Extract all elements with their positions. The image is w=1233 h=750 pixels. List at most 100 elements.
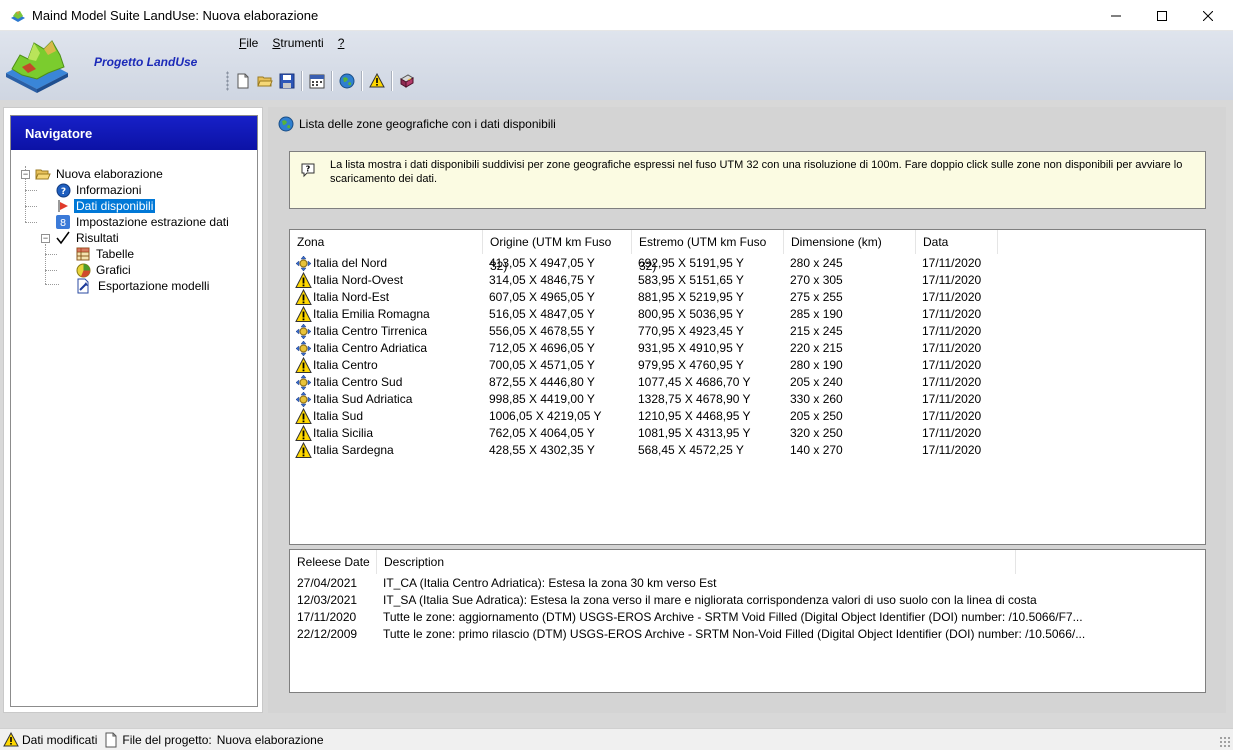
zone-row[interactable]: Italia Sicilia 762,05 X 4064,05 Y 1081,95 … [290,424,1205,442]
toolbar-separator [361,71,363,91]
zone-row[interactable]: Italia Sardegna 428,55 X 4302,35 Y 568,45 … [290,441,1205,459]
tree-item-informazioni[interactable]: ? Informazioni [55,182,143,198]
zone-row[interactable]: Italia Sud Adriatica 998,85 X 4419,00 Y 13… [290,391,1205,408]
title-bar: Maind Model Suite LandUse: Nuova elabora… [0,0,1233,31]
column-header-data[interactable]: Data [916,230,998,254]
release-row[interactable]: 17/11/2020 Tutte le zone: aggiornamento (… [290,609,1205,626]
tree-item-label: Grafici [96,263,131,277]
release-row[interactable]: 27/04/2021 IT_CA (Italia Centro Adriatica… [290,575,1205,592]
save-button[interactable] [276,70,298,92]
release-description: IT_CA (Italia Centro Adriatica): Estesa … [383,576,717,590]
zone-origine: 762,05 X 4064,05 Y [489,426,595,440]
zone-missing-warning-icon [295,424,312,442]
zone-available-icon [295,391,312,408]
zones-list-header: Zona Origine (UTM km Fuso 32) Estremo (U… [290,230,1205,273]
zone-data: 17/11/2020 [922,307,982,321]
tree-item-esportazione[interactable]: Esportazione modelli [75,278,211,294]
release-date: 12/03/2021 [297,593,358,607]
toolbar [232,68,418,94]
release-row[interactable]: 22/12/2009 Tutte le zone: primo rilascio … [290,626,1205,643]
toolbar-grip[interactable] [226,71,229,91]
tree-collapse-toggle[interactable]: − [21,170,30,179]
column-header-description[interactable]: Description [377,550,1016,574]
releases-list[interactable]: Releese Date Description 27/04/2021 IT_CA… [289,549,1206,693]
zone-row[interactable]: Italia Centro Adriatica 712,05 X 4696,05 … [290,340,1205,357]
toolbar-separator [391,71,393,91]
releases-list-header: Releese Date Description [290,550,1205,575]
zone-dimensione: 320 x 250 [790,426,843,440]
tree-item-label: Risultati [76,231,119,245]
calendar-icon [309,74,325,89]
zone-row[interactable]: Italia Centro Sud 872,55 X 4446,80 Y 1077,… [290,374,1205,391]
column-header-release-date[interactable]: Releese Date [290,550,377,574]
zone-missing-warning-icon [295,441,312,459]
tree-item-impostazione[interactable]: 8 Impostazione estrazione dati [55,214,231,230]
tree-connector [25,206,37,207]
minimize-button[interactable] [1093,0,1139,31]
close-icon [1203,10,1213,21]
app-icon [11,11,25,22]
status-project-file-name: Nuova elaborazione [216,732,324,747]
zone-dimensione: 140 x 270 [790,443,843,457]
zone-estremo: 692,95 X 5191,95 Y [638,256,744,270]
zone-estremo: 1328,75 X 4678,90 Y [638,392,751,406]
status-bar: Dati modificati File del progetto: Nuova… [0,728,1233,750]
zone-name: Italia del Nord [313,256,388,270]
tree-connector [25,190,37,191]
tree-item-tabelle[interactable]: Tabelle [75,246,136,262]
chart-icon [76,263,90,277]
zone-row[interactable]: Italia Emilia Romagna 516,05 X 4847,05 Y 8… [290,305,1205,323]
zone-name: Italia Centro [313,358,378,372]
warning-button[interactable] [366,70,388,92]
tree-item-dati-disponibili[interactable]: Dati disponibili [55,198,156,214]
zone-row[interactable]: Italia Sud 1006,05 X 4219,05 Y 1210,95 X 4… [290,407,1205,425]
zone-name: Italia Sardegna [313,443,394,457]
zone-name: Italia Sud [313,409,364,423]
globe-icon [278,116,294,132]
main-area: Navigatore − Nuova elaborazione ? Inform… [0,100,1233,728]
menu-help[interactable]: ? [331,35,352,51]
svg-text:?: ? [306,165,311,174]
warning-icon [369,73,385,88]
zone-row[interactable]: Italia Centro 700,05 X 4571,05 Y 979,95 X … [290,356,1205,374]
column-header-estremo[interactable]: Estremo (UTM km Fuso 32) [632,230,784,273]
window-title: Maind Model Suite LandUse: Nuova elabora… [32,8,319,23]
menu-file[interactable]: File [232,35,265,51]
book-button[interactable] [396,70,418,92]
zone-origine: 607,05 X 4965,05 Y [489,290,595,304]
release-row[interactable]: 12/03/2021 IT_SA (Italia Sue Adratica): E… [290,592,1205,609]
menu-strumenti[interactable]: Strumenti [265,35,330,51]
zone-data: 17/11/2020 [922,358,982,372]
zone-data: 17/11/2020 [922,256,982,270]
tree-item-grafici[interactable]: Grafici [75,262,133,278]
checkmark-icon [56,231,70,245]
status-project-file-label: File del progetto: [122,732,212,747]
globe-button[interactable] [336,70,358,92]
open-button[interactable] [254,70,276,92]
tree-item-label: Esportazione modelli [98,279,210,293]
zone-row[interactable]: Italia Centro Tirrenica 556,05 X 4678,55 … [290,323,1205,340]
svg-text:8: 8 [60,218,66,229]
calendar-button[interactable] [306,70,328,92]
column-header-origine[interactable]: Origine (UTM km Fuso 32) [483,230,632,273]
column-header-zona[interactable]: Zona [290,230,483,254]
tree-item-risultati[interactable]: Risultati [55,230,121,246]
tree-connector [45,244,46,284]
zone-origine: 1006,05 X 4219,05 Y [489,409,602,423]
zone-row[interactable]: Italia del Nord 413,05 X 4947,05 Y 692,95 … [290,255,1205,272]
new-button[interactable] [232,70,254,92]
status-project-file: File del progetto: Nuova elaborazione [103,732,324,748]
zone-origine: 314,05 X 4846,75 Y [489,273,595,287]
zone-row[interactable]: Italia Nord-Ovest 314,05 X 4846,75 Y 583,9… [290,271,1205,289]
column-header-dimensione[interactable]: Dimensione (km) [784,230,916,254]
zone-origine: 700,05 X 4571,05 Y [489,358,595,372]
resize-grip[interactable] [1219,736,1231,748]
close-button[interactable] [1185,0,1231,31]
maximize-button[interactable] [1139,0,1185,31]
zone-data: 17/11/2020 [922,341,982,355]
zone-row[interactable]: Italia Nord-Est 607,05 X 4965,05 Y 881,95 … [290,288,1205,306]
tree-collapse-toggle[interactable]: − [41,234,50,243]
release-description: IT_SA (Italia Sue Adratica): Estesa la z… [383,593,1037,607]
zones-list[interactable]: Zona Origine (UTM km Fuso 32) Estremo (U… [289,229,1206,545]
tree-item-root[interactable]: Nuova elaborazione [35,166,165,182]
